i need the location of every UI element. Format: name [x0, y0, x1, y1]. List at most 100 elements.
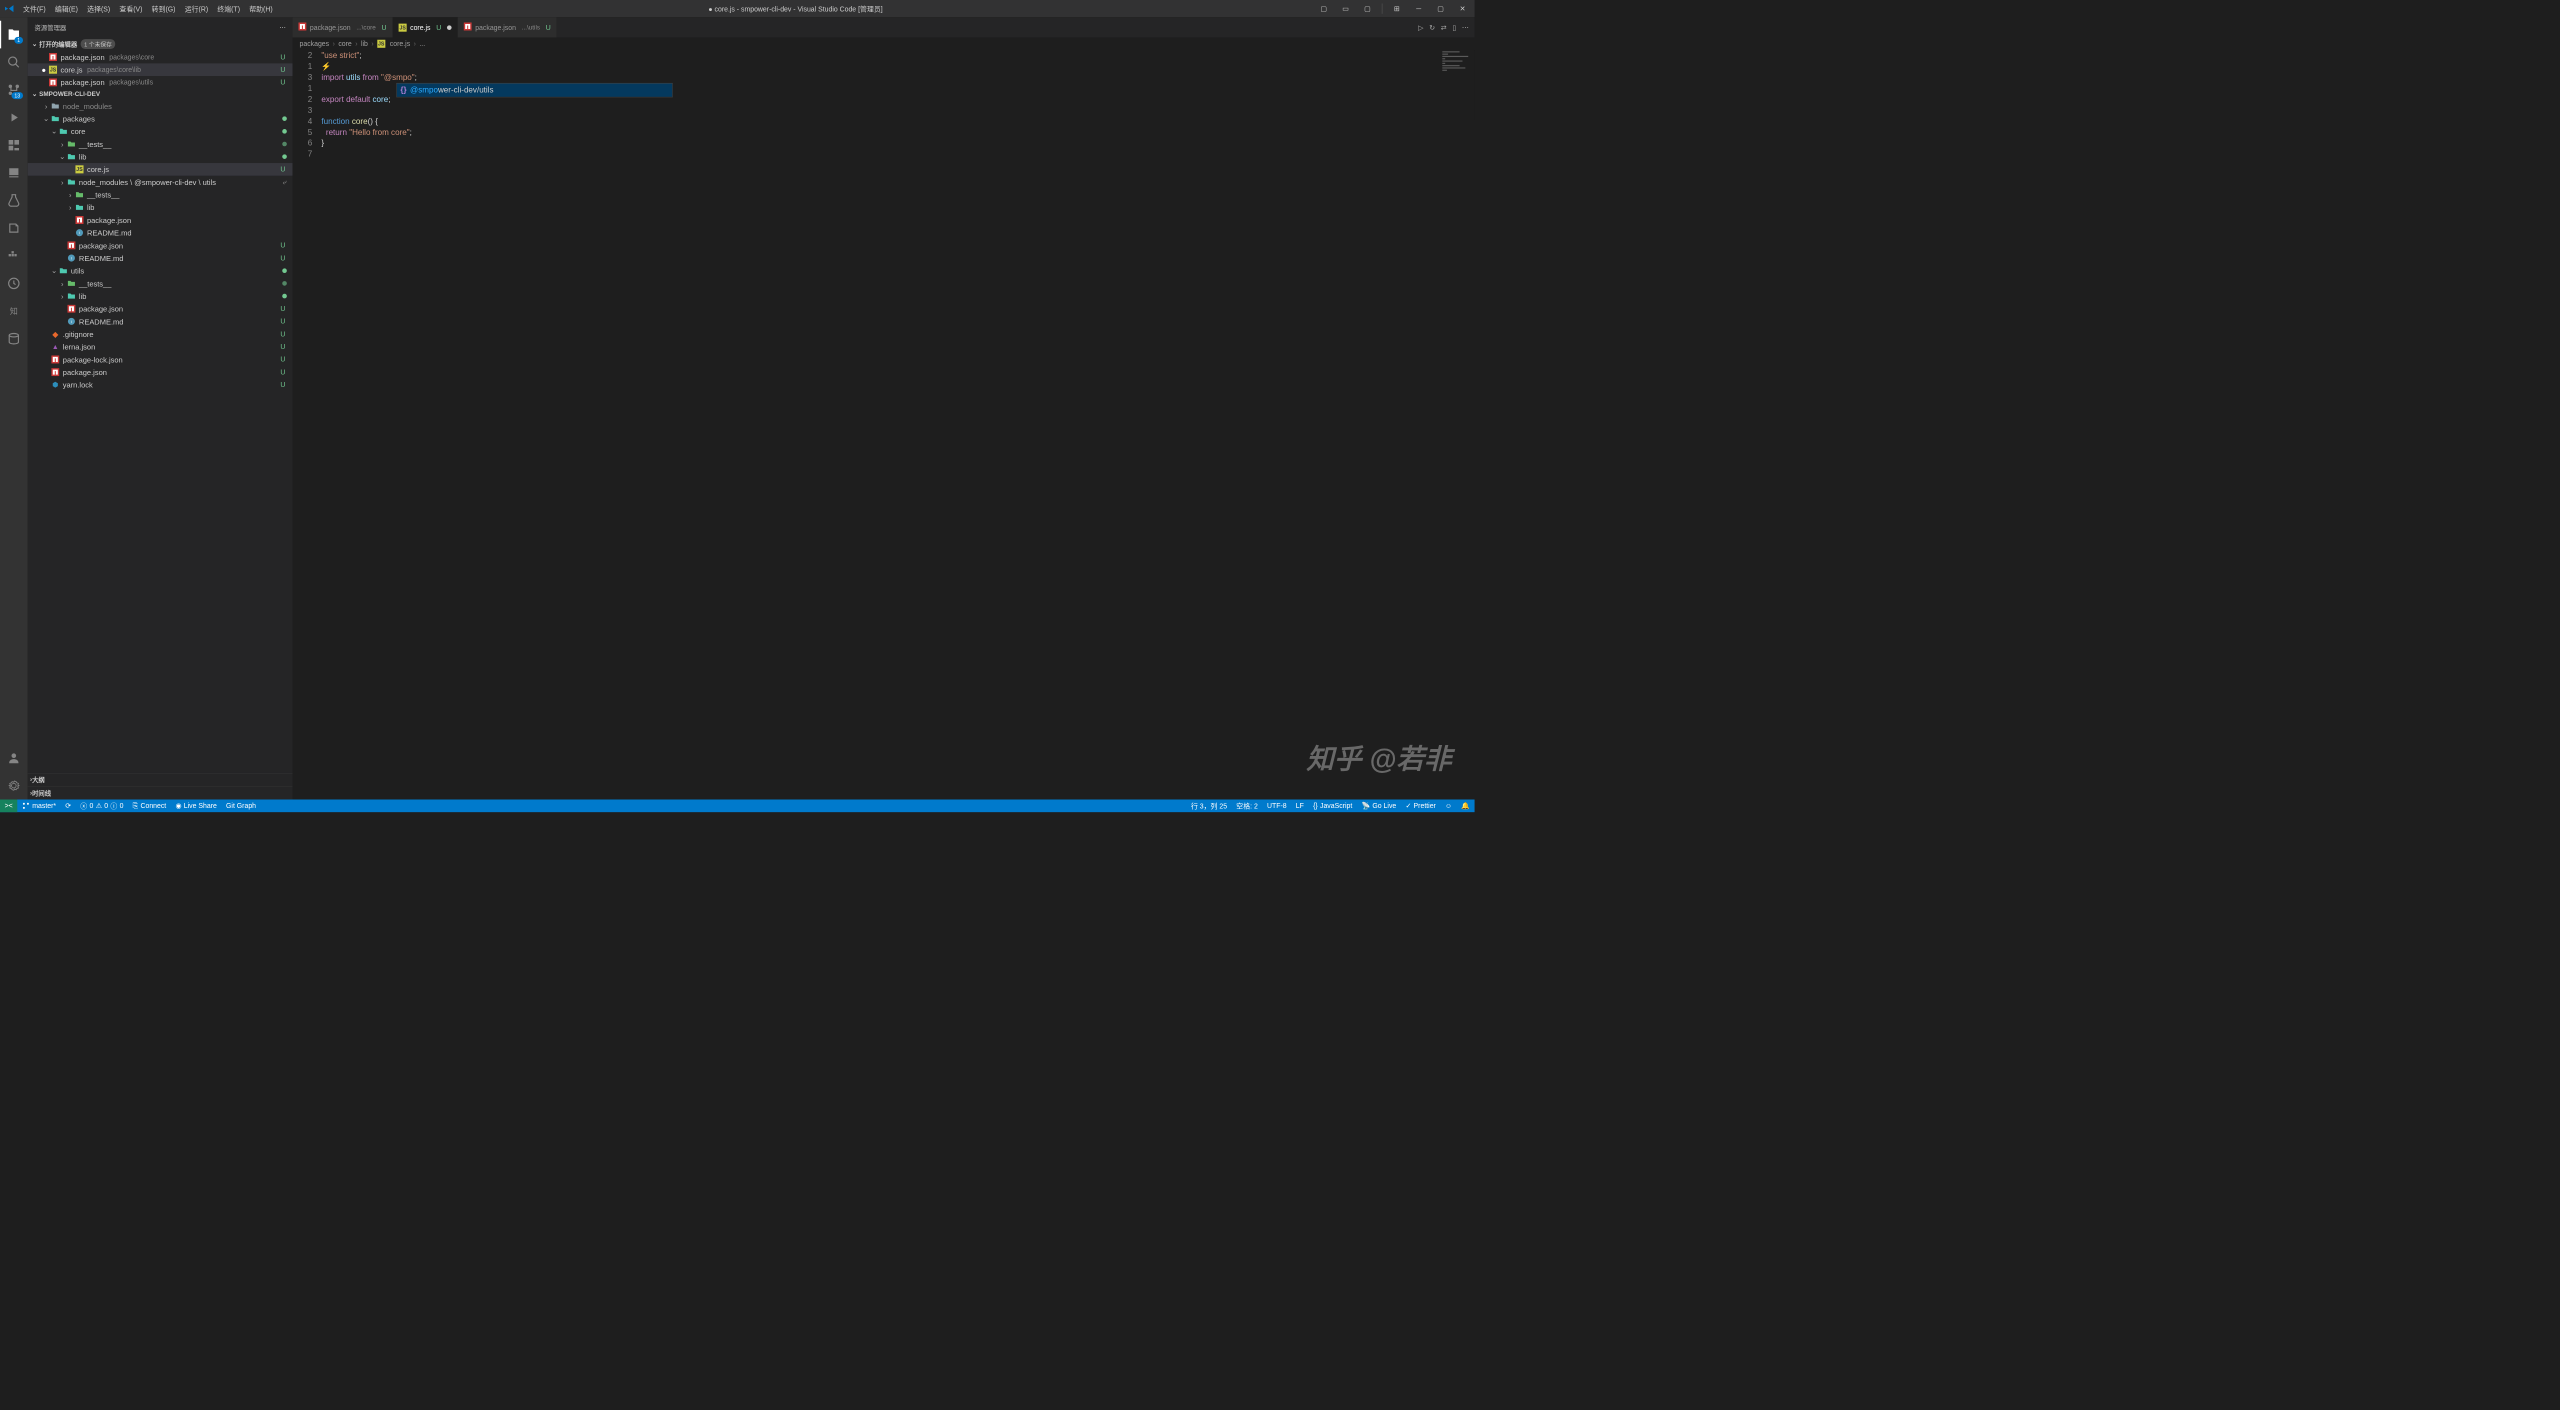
file-tree-item[interactable]: package.jsonU [28, 302, 293, 315]
gitgraph-button[interactable]: Git Graph [221, 799, 260, 812]
code-line[interactable] [321, 105, 1474, 116]
menu-item[interactable]: 终端(T) [213, 4, 245, 14]
feedback-icon[interactable]: ☺ [1440, 799, 1456, 812]
suggest-item[interactable]: {}@smpower-cli-dev/utils [397, 84, 672, 97]
editor-tab[interactable]: package.json...\coreU [293, 17, 393, 37]
remote-indicator[interactable]: >< [0, 799, 17, 812]
more-icon[interactable]: ⋯ [1462, 23, 1469, 31]
file-tree-item[interactable]: ›lib [28, 201, 293, 214]
split-icon[interactable]: ▯ [1452, 23, 1456, 31]
menu-item[interactable]: 查看(V) [115, 4, 147, 14]
layout-side-icon[interactable]: ▢ [1314, 1, 1334, 17]
activity-docker[interactable] [0, 242, 28, 270]
editor-tab[interactable]: JScore.jsU [393, 17, 458, 37]
code-line[interactable]: function core() { [321, 116, 1474, 127]
activity-test[interactable] [0, 187, 28, 215]
open-editor-item[interactable]: package.jsonpackages\utilsU [28, 76, 293, 89]
file-tree-item[interactable]: ›__tests__ [28, 188, 293, 201]
file-tree-item[interactable]: ›lib [28, 290, 293, 303]
timeline-header[interactable]: › 时间线 [28, 786, 293, 799]
diff-icon[interactable]: ⇄ [1441, 23, 1447, 31]
maximize-button[interactable]: ▢ [1431, 1, 1451, 17]
file-tree-item[interactable]: ⌄lib [28, 150, 293, 163]
menu-item[interactable]: 选择(S) [83, 4, 115, 14]
suggest-widget[interactable]: {}@smpower-cli-dev/utils [396, 83, 672, 97]
language-mode[interactable]: {} JavaScript [1308, 799, 1356, 812]
activity-extensions[interactable] [0, 131, 28, 159]
indent[interactable]: 空格: 2 [1232, 799, 1263, 812]
editor-tab[interactable]: package.json...\utilsU [458, 17, 557, 37]
project-header[interactable]: ⌄ SMPOWER-CLI-DEV [28, 89, 293, 100]
file-tree-item[interactable]: ▲lerna.jsonU [28, 340, 293, 353]
customize-layout-icon[interactable]: ⊞ [1387, 1, 1407, 17]
encoding[interactable]: UTF-8 [1262, 799, 1291, 812]
sidebar-more-icon[interactable]: ⋯ [279, 24, 285, 31]
sync-button[interactable]: ⟳ [61, 799, 76, 812]
bell-icon[interactable]: 🔔 [1457, 799, 1475, 812]
file-tree-item[interactable]: package-lock.jsonU [28, 353, 293, 366]
prettier-status[interactable]: ✓ Prettier [1401, 799, 1441, 812]
file-tree-item[interactable]: ⌄packages [28, 112, 293, 125]
eol[interactable]: LF [1291, 799, 1308, 812]
breadcrumb-item[interactable]: ... [419, 40, 425, 48]
code-area[interactable]: 2131234567 "use strict";⚡import utils fr… [293, 50, 1475, 799]
file-tree-item[interactable]: ›node_modules [28, 100, 293, 113]
breadcrumb-item[interactable]: packages [300, 40, 330, 48]
menu-item[interactable]: 帮助(H) [245, 4, 278, 14]
code-line[interactable]: ⚡ [321, 61, 1474, 72]
code-line[interactable]: return "Hello from core"; [321, 127, 1474, 138]
file-tree-item[interactable]: package.json [28, 214, 293, 227]
file-tree-item[interactable]: ⌄utils [28, 264, 293, 277]
golive-button[interactable]: 📡 Go Live [1357, 799, 1401, 812]
breadcrumb[interactable]: packages›core›lib›JScore.js›... [293, 37, 1475, 50]
menu-item[interactable]: 文件(F) [18, 4, 50, 14]
code-line[interactable]: import utils from "@smpo";{}@smpower-cli… [321, 72, 1474, 83]
activity-account[interactable] [0, 744, 28, 772]
layout-panel-icon[interactable]: ▭ [1336, 1, 1356, 17]
activity-explorer[interactable]: 1 [0, 21, 28, 49]
problems[interactable]: ⓧ0 ⚠0 ⓘ0 [76, 799, 128, 812]
activity-remote[interactable] [0, 159, 28, 187]
revert-icon[interactable]: ↻ [1429, 23, 1435, 31]
file-tree-item[interactable]: ⌄core [28, 125, 293, 138]
file-tree-item[interactable]: ›__tests__ [28, 138, 293, 151]
activity-db[interactable] [0, 325, 28, 353]
file-tree-item[interactable]: iREADME.mdU [28, 315, 293, 328]
menu-item[interactable]: 转到(G) [147, 4, 180, 14]
file-tree-item[interactable]: ›__tests__ [28, 277, 293, 290]
file-tree-item[interactable]: ◆.gitignoreU [28, 328, 293, 341]
liveshare-button[interactable]: ◉ Live Share [171, 799, 222, 812]
code-line[interactable]: } [321, 138, 1474, 149]
open-editors-header[interactable]: ⌄ 打开的编辑器 1 个未保存 [28, 37, 293, 50]
file-tree-item[interactable]: iREADME.mdU [28, 252, 293, 265]
file-tree-item[interactable]: iREADME.md [28, 226, 293, 239]
breadcrumb-item[interactable]: core [338, 40, 351, 48]
open-editor-item[interactable]: ●JScore.jspackages\core\libU [28, 63, 293, 76]
minimize-button[interactable]: ─ [1409, 1, 1429, 17]
code-line[interactable] [321, 149, 1474, 160]
cursor-position[interactable]: 行 3，列 25 [1186, 799, 1231, 812]
breadcrumb-item[interactable]: lib [361, 40, 368, 48]
activity-todo[interactable] [0, 214, 28, 242]
outline-header[interactable]: › 大纲 [28, 773, 293, 786]
breadcrumb-item[interactable]: core.js [390, 40, 410, 48]
activity-search[interactable] [0, 48, 28, 76]
layout-right-icon[interactable]: ▢ [1358, 1, 1378, 17]
git-branch[interactable]: master* [17, 799, 60, 812]
code-line[interactable]: "use strict"; [321, 50, 1474, 61]
file-tree-item[interactable]: ›node_modules \ @smpower-cli-dev \ utils… [28, 176, 293, 189]
menu-item[interactable]: 编辑(E) [50, 4, 82, 14]
file-tree-item[interactable]: package.jsonU [28, 239, 293, 252]
file-tree-item[interactable]: package.jsonU [28, 366, 293, 379]
code-lines[interactable]: "use strict";⚡import utils from "@smpo";… [321, 50, 1474, 799]
activity-time[interactable] [0, 270, 28, 298]
activity-zhihu[interactable]: 知 [0, 297, 28, 325]
close-button[interactable]: ✕ [1453, 1, 1473, 17]
open-editor-item[interactable]: package.jsonpackages\coreU [28, 51, 293, 64]
activity-debug[interactable] [0, 104, 28, 132]
activity-settings[interactable] [0, 772, 28, 800]
connect-button[interactable]: ⎘ Connect [128, 799, 171, 812]
menu-item[interactable]: 运行(R) [180, 4, 213, 14]
minimap[interactable] [1440, 50, 1475, 119]
file-tree-item[interactable]: JScore.jsU [28, 163, 293, 176]
